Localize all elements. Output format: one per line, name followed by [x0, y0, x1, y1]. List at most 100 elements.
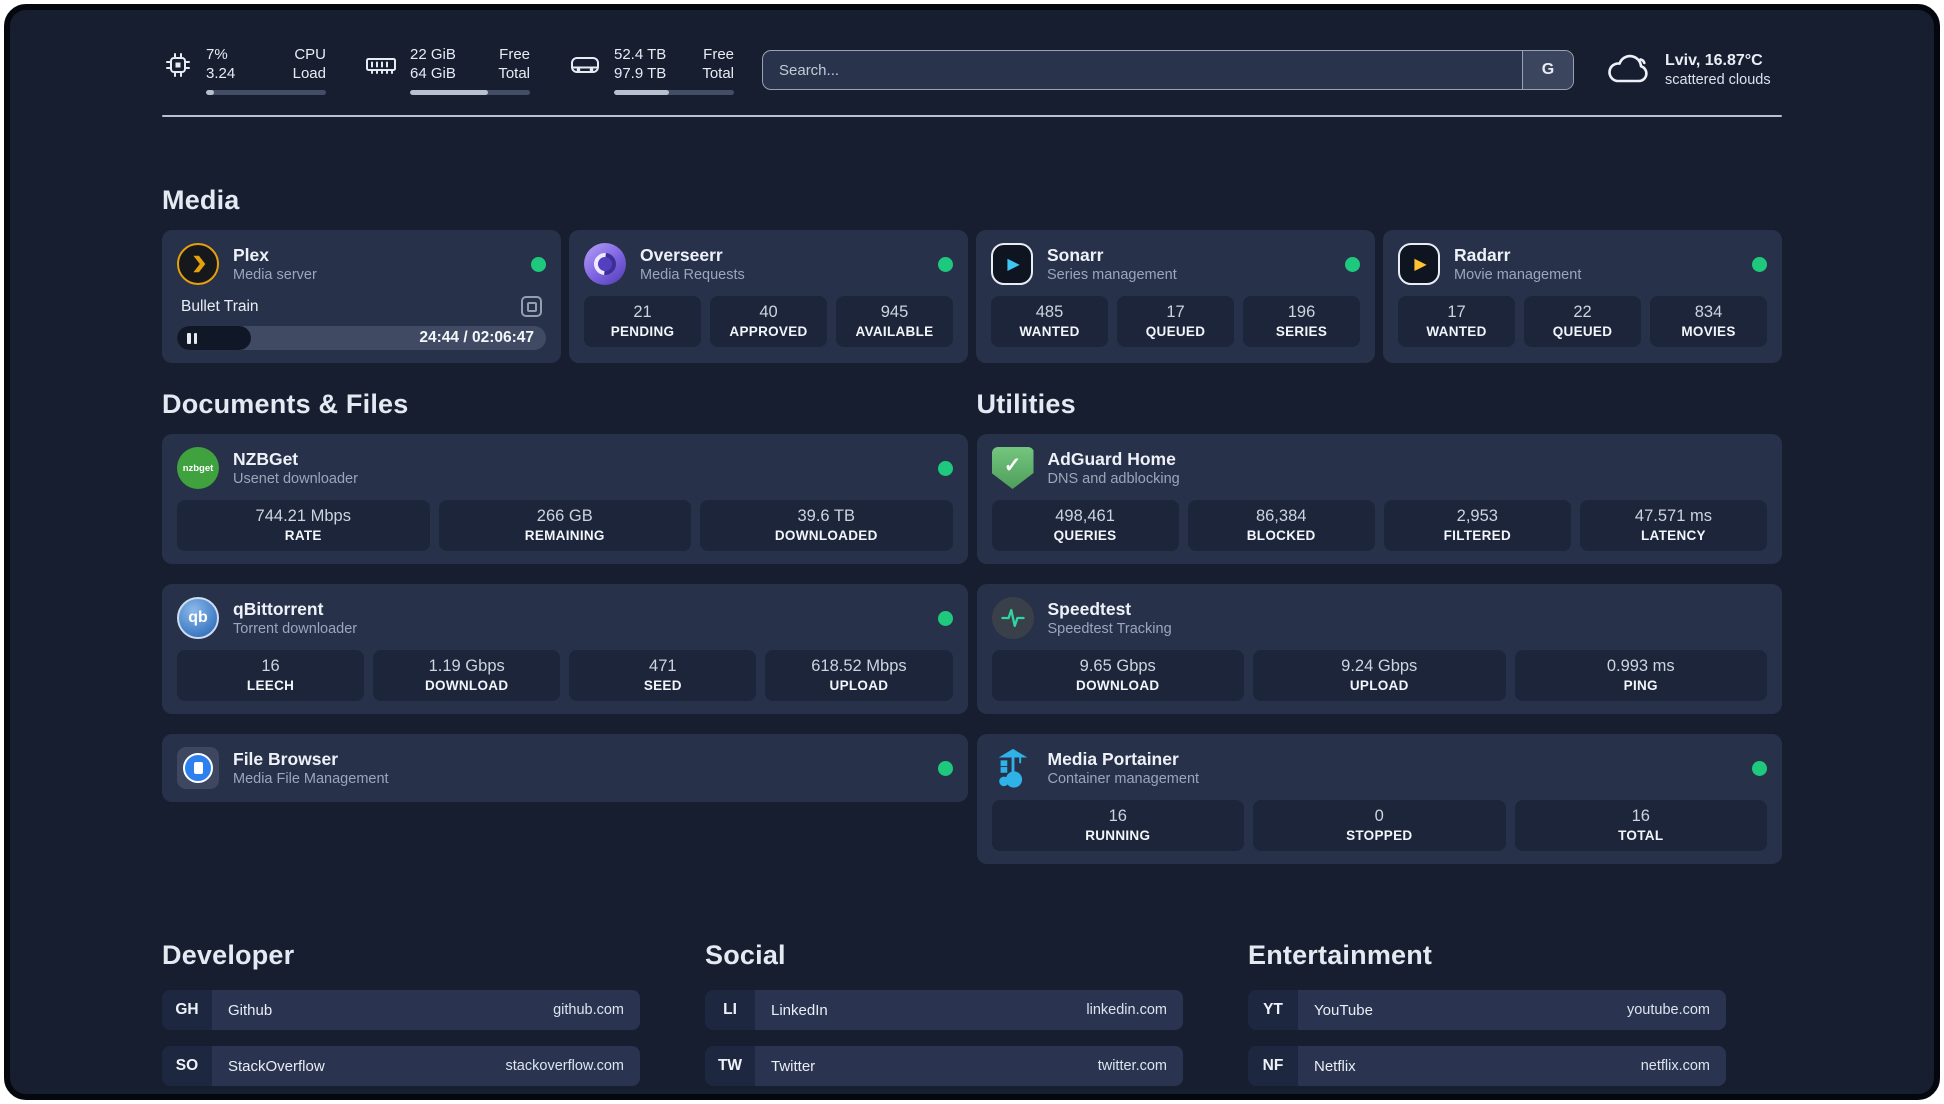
stat-tile: 2,953 FILTERED [1383, 500, 1571, 551]
bookmark-abbr: YT [1248, 990, 1298, 1030]
stat-tile: 9.65 Gbps DOWNLOAD [991, 650, 1244, 701]
memory-progress-bar [410, 90, 530, 95]
section-title-documents: Documents & Files [162, 389, 409, 419]
disk-free-value: 52.4 TB [614, 46, 667, 63]
status-indicator [938, 256, 953, 272]
app-card-plex[interactable]: Plex Media server Bullet Train 24:44 / 0… [162, 230, 561, 363]
cpu-load-label: Load [292, 65, 326, 82]
session-settings-icon[interactable] [521, 296, 542, 317]
portainer-crane-icon [992, 747, 1034, 789]
section-title-social: Social [705, 940, 786, 970]
system-stats: 7% 3.24 CPU Load 22 GiB 64 GiB Free Tota… [162, 45, 734, 95]
nzbget-icon: nzbget [177, 447, 219, 489]
section-title-media: Media [162, 185, 240, 215]
bookmark-abbr: TW [705, 1046, 755, 1086]
speedtest-pulse-icon [991, 597, 1034, 639]
dashboard-frame: 7% 3.24 CPU Load 22 GiB 64 GiB Free Tota… [4, 4, 1940, 1100]
bookmarks-entertainment: Entertainment YT YouTube youtube.com NF … [1248, 940, 1726, 1094]
bookmark-netflix[interactable]: NF Netflix netflix.com [1248, 1046, 1726, 1086]
overseerr-icon [584, 243, 626, 285]
stat-tile: 22 QUEUED [1524, 296, 1641, 347]
app-name: Radarr [1454, 245, 1511, 265]
now-playing-title: Bullet Train [181, 297, 259, 315]
stat-tile: 17 QUEUED [1117, 296, 1234, 347]
filebrowser-icon [177, 747, 219, 789]
stat-tile: 0.993 ms PING [1514, 650, 1767, 701]
app-card-portainer[interactable]: Media Portainer Container management 16 … [976, 734, 1782, 864]
bookmark-abbr: GH [162, 990, 212, 1030]
bookmark-name: Netflix [1314, 1057, 1356, 1075]
stat-tile: 47.571 ms LATENCY [1579, 500, 1767, 551]
memory-icon [366, 58, 396, 74]
stat-tile: 16 LEECH [177, 650, 365, 701]
status-indicator [1752, 760, 1767, 776]
app-card-filebrowser[interactable]: File Browser Media File Management [162, 734, 968, 802]
app-description: Container management [1047, 771, 1200, 787]
memory-free-value: 22 GiB [410, 46, 456, 63]
bookmark-url: stackoverflow.com [505, 1058, 624, 1074]
pause-icon[interactable] [187, 332, 197, 344]
app-card-radarr[interactable]: ▶ Radarr Movie management 17 WANTED 22 Q… [1383, 230, 1782, 363]
cpu-usage-label: CPU [294, 46, 326, 63]
stat-tile: 196 SERIES [1243, 296, 1360, 347]
stat-tile: 266 GB REMAINING [438, 500, 691, 551]
status-indicator [937, 460, 953, 476]
app-card-nzbget[interactable]: nzbget NZBGet Usenet downloader 744.21 M… [162, 434, 968, 564]
bookmark-abbr: NF [1248, 1046, 1298, 1086]
playback-time: 24:44 / 02:06:47 [419, 329, 534, 346]
playback-progress-bar[interactable]: 24:44 / 02:06:47 [177, 326, 546, 350]
header-divider [162, 115, 1782, 117]
bookmark-github[interactable]: GH Github github.com [162, 990, 640, 1030]
app-card-overseerr[interactable]: Overseerr Media Requests 21 PENDING 40 A… [569, 230, 968, 363]
bookmark-abbr: LI [705, 990, 755, 1030]
stat-tile: 618.52 Mbps UPLOAD [765, 650, 953, 701]
stat-tile: 86,384 BLOCKED [1187, 500, 1375, 551]
disk-progress-bar [614, 90, 734, 95]
cpu-stat: 7% 3.24 CPU Load [162, 45, 326, 95]
cpu-load-value: 3.24 [206, 65, 236, 82]
bookmark-url: netflix.com [1640, 1058, 1710, 1074]
bookmark-youtube[interactable]: YT YouTube youtube.com [1248, 990, 1726, 1030]
app-name: Speedtest [1047, 599, 1132, 619]
app-card-qbittorrent[interactable]: qb qBittorrent Torrent downloader 16 LEE… [162, 584, 968, 714]
bookmark-name: YouTube [1314, 1001, 1373, 1019]
weather-widget: Lviv, 16.87°C scattered clouds [1604, 51, 1782, 90]
documents-column: Documents & Files nzbget NZBGet Usenet d… [162, 389, 968, 884]
bookmark-name: LinkedIn [771, 1001, 828, 1019]
bookmark-stackoverflow[interactable]: SO StackOverflow stackoverflow.com [162, 1046, 640, 1086]
cpu-progress-bar [206, 90, 326, 95]
stat-tile: 498,461 QUERIES [991, 500, 1179, 551]
search-bar: G [762, 50, 1574, 90]
plex-icon [177, 243, 219, 285]
stat-tile: 471 SEED [569, 650, 757, 701]
app-card-adguard[interactable]: ✓ AdGuard Home DNS and adblocking 498,46… [976, 434, 1782, 564]
utilities-column: Utilities ✓ AdGuard Home DNS and adblock… [976, 389, 1782, 884]
app-description: Media Requests [640, 267, 745, 283]
cpu-usage-value: 7% [206, 46, 228, 63]
app-description: Usenet downloader [233, 471, 358, 487]
status-indicator [1345, 256, 1360, 272]
disk-total-value: 97.9 TB [614, 65, 667, 82]
app-name: NZBGet [233, 449, 299, 469]
app-description: Media server [233, 267, 317, 283]
stat-tile: 1.19 Gbps DOWNLOAD [373, 650, 561, 701]
search-engine-button[interactable]: G [1522, 51, 1573, 89]
app-description: Media File Management [233, 771, 389, 787]
bookmark-linkedin[interactable]: LI LinkedIn linkedin.com [705, 990, 1183, 1030]
status-indicator [531, 256, 546, 272]
app-name: qBittorrent [233, 599, 324, 619]
radarr-icon: ▶ [1398, 243, 1440, 285]
disk-icon [571, 57, 599, 73]
bookmark-twitter[interactable]: TW Twitter twitter.com [705, 1046, 1183, 1086]
memory-total-value: 64 GiB [410, 65, 456, 82]
cloud-icon [1608, 54, 1648, 83]
bookmarks-social: Social LI LinkedIn linkedin.com TW Twitt… [705, 940, 1183, 1094]
status-indicator [1752, 256, 1767, 272]
app-card-speedtest[interactable]: Speedtest Speedtest Tracking 9.65 Gbps D… [976, 584, 1782, 714]
qbittorrent-icon: qb [177, 597, 219, 639]
app-card-sonarr[interactable]: ▶ Sonarr Series management 485 WANTED 17… [976, 230, 1375, 363]
bookmark-name: Twitter [771, 1057, 816, 1075]
search-input[interactable] [763, 51, 1522, 89]
weather-condition: scattered clouds [1665, 71, 1771, 88]
stat-tile: 485 WANTED [991, 296, 1108, 347]
